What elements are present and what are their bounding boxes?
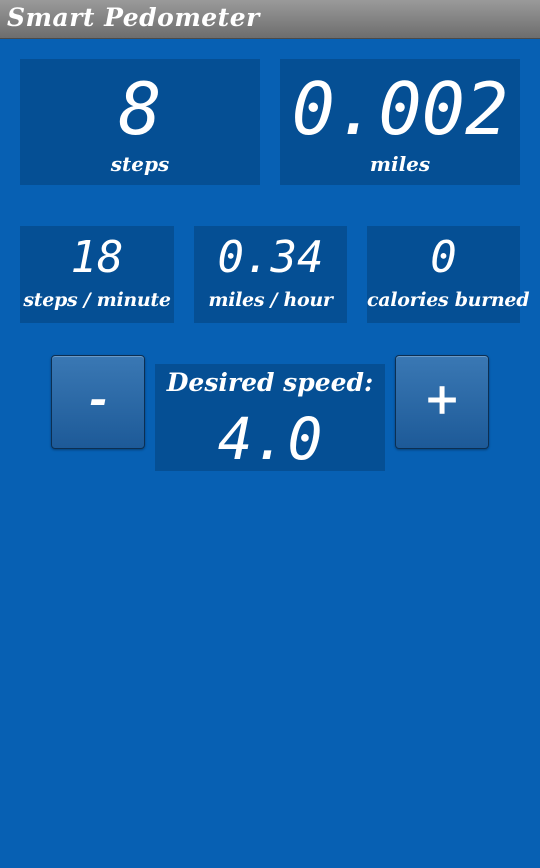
steps-label: steps (110, 152, 170, 176)
miles-panel: 0.002 miles (280, 59, 520, 185)
desired-speed-value: 4.0 (217, 405, 323, 473)
miles-label: miles (369, 152, 431, 176)
calories-label: calories burned (367, 289, 530, 311)
steps-value: 8 (118, 67, 162, 151)
steps-per-minute-panel: 18 steps / minute (20, 226, 174, 323)
steps-per-minute-label: steps / minute (23, 289, 171, 311)
steps-panel: 8 steps (20, 59, 260, 185)
miles-per-hour-value: 0.34 (217, 232, 324, 283)
desired-speed-label: Desired speed: (166, 368, 374, 397)
calories-panel: 0 calories burned (367, 226, 530, 323)
desired-speed-panel: Desired speed: 4.0 (155, 364, 385, 471)
miles-per-hour-label: miles / hour (208, 289, 333, 311)
decrease-speed-button[interactable]: - (51, 355, 145, 449)
app-title: Smart Pedometer (7, 3, 260, 32)
calories-value: 0 (430, 232, 457, 283)
title-bar: Smart Pedometer (0, 0, 540, 39)
miles-value: 0.002 (291, 67, 509, 151)
miles-per-hour-panel: 0.34 miles / hour (194, 226, 347, 323)
steps-per-minute-value: 18 (70, 232, 124, 283)
increase-speed-button[interactable]: + (395, 355, 489, 449)
